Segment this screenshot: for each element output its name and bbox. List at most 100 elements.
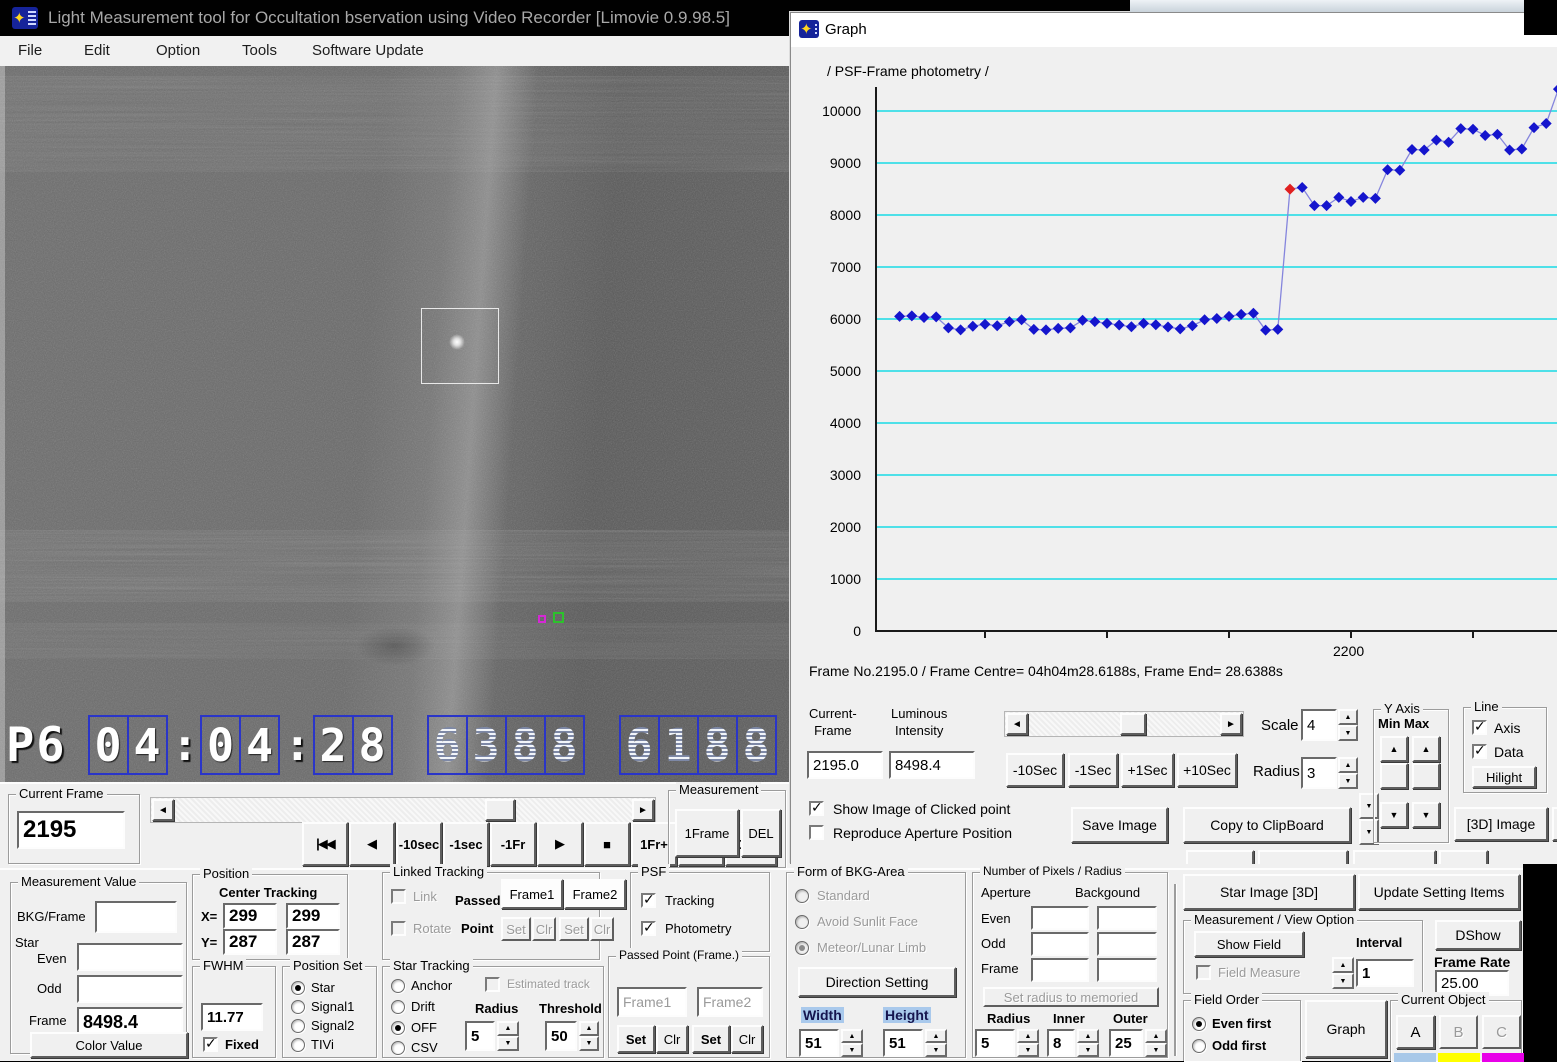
- graph-scrollbar-right-arrow[interactable]: ►: [1220, 713, 1242, 735]
- line-axis-checkbox[interactable]: [1472, 720, 1487, 735]
- ymin-up-button[interactable]: ▲: [1380, 736, 1408, 762]
- object-a-button[interactable]: A: [1396, 1015, 1435, 1049]
- show-field-button[interactable]: Show Field: [1194, 931, 1304, 957]
- ymin-mid-button[interactable]: [1380, 763, 1408, 789]
- current-frame-field[interactable]: 2195: [17, 811, 125, 849]
- star-even-field[interactable]: [77, 943, 183, 971]
- lt-set1-button[interactable]: Set: [501, 917, 531, 941]
- px-inner-spinner[interactable]: ▲▼: [1077, 1029, 1099, 1057]
- minus-1sec-button[interactable]: -1sec: [443, 822, 489, 866]
- menu-software-update[interactable]: Software Update: [312, 42, 424, 59]
- show-image-checkbox[interactable]: [809, 801, 824, 816]
- pp-set1-button[interactable]: Set: [617, 1025, 655, 1053]
- lt-set2-button[interactable]: Set: [559, 917, 589, 941]
- graph-scrollbar-thumb[interactable]: [1120, 713, 1146, 735]
- link-checkbox[interactable]: [391, 889, 406, 904]
- copy-clipboard-button[interactable]: Copy to ClipBoard: [1183, 807, 1351, 843]
- direction-setting-button[interactable]: Direction Setting: [798, 967, 956, 997]
- radio-meteor-limb[interactable]: [795, 941, 809, 955]
- update-setting-items-button[interactable]: Update Setting Items: [1358, 874, 1520, 910]
- dshow-button[interactable]: DShow: [1435, 920, 1521, 950]
- lt-frame1-button[interactable]: Frame1: [501, 879, 563, 909]
- interval-field[interactable]: 1: [1356, 959, 1414, 987]
- radio-star[interactable]: [291, 981, 305, 995]
- video-scrollbar-thumb[interactable]: [485, 799, 515, 821]
- radio-standard[interactable]: [795, 889, 809, 903]
- save-image-button[interactable]: Save Image: [1071, 807, 1168, 843]
- photometry-plot[interactable]: [791, 49, 1557, 689]
- radio-even-first[interactable]: [1192, 1017, 1206, 1031]
- ymax-mid-button[interactable]: [1412, 763, 1440, 789]
- hilight-button[interactable]: Hilight: [1472, 766, 1536, 788]
- radio-signal1[interactable]: [291, 1000, 305, 1014]
- bkg-height-spinner[interactable]: ▲▼: [925, 1029, 947, 1057]
- set-radius-memoried-button[interactable]: Set radius to memoried: [983, 987, 1159, 1007]
- radio-tivi[interactable]: [291, 1038, 305, 1052]
- radio-anchor[interactable]: [391, 979, 405, 993]
- scale-field[interactable]: 4: [1301, 709, 1337, 741]
- object-c-button[interactable]: C: [1482, 1015, 1521, 1049]
- color-value-button[interactable]: Color Value: [30, 1032, 188, 1058]
- field-measure-checkbox[interactable]: [1196, 965, 1211, 980]
- psf-photometry-checkbox[interactable]: [641, 921, 656, 936]
- px-frame-aperture-field[interactable]: [1031, 958, 1089, 982]
- bkg-width-spinner[interactable]: ▲▼: [841, 1029, 863, 1057]
- pp-clr2-button[interactable]: Clr: [731, 1025, 763, 1053]
- video-scrollbar-right-arrow[interactable]: ►: [632, 799, 654, 821]
- video-frame[interactable]: P604:04:2863886188: [0, 66, 792, 782]
- minus-1frame-button[interactable]: -1Fr: [490, 822, 536, 866]
- menu-file[interactable]: File: [18, 42, 42, 59]
- minus-10sec-graph-button[interactable]: -10Sec: [1006, 753, 1064, 787]
- reproduce-aperture-checkbox[interactable]: [809, 825, 824, 840]
- rewind-start-button[interactable]: |◀◀: [302, 822, 348, 866]
- px-odd-aperture-field[interactable]: [1031, 932, 1089, 956]
- ymin-down-button[interactable]: ▼: [1380, 802, 1408, 828]
- pp-frame1-field[interactable]: Frame1: [617, 987, 687, 1017]
- play-reverse-button[interactable]: ◀: [349, 822, 395, 866]
- bkg-height-field[interactable]: 51: [883, 1029, 923, 1057]
- gc-radius-field[interactable]: 3: [1301, 757, 1337, 789]
- st-radius-field[interactable]: 5: [465, 1021, 495, 1051]
- interval-spinner[interactable]: ▲▼: [1332, 957, 1354, 989]
- scale-spinner[interactable]: ▲▼: [1338, 709, 1358, 741]
- video-scrollbar-track[interactable]: ◄ ►: [150, 797, 656, 823]
- plus-10sec-graph-button[interactable]: +10Sec: [1177, 753, 1237, 787]
- x-tracking-field[interactable]: 299: [286, 903, 340, 929]
- px-radius-field[interactable]: 5: [975, 1029, 1015, 1057]
- y-tracking-field[interactable]: 287: [286, 929, 340, 955]
- cut-off-button[interactable]: [1552, 807, 1557, 841]
- stop-button[interactable]: ■: [584, 822, 630, 866]
- menu-tools[interactable]: Tools: [242, 42, 277, 59]
- minus-10sec-button[interactable]: -10sec: [396, 822, 442, 866]
- px-frame-background-field[interactable]: [1097, 958, 1157, 982]
- pp-set2-button[interactable]: Set: [692, 1025, 730, 1053]
- play-button[interactable]: ▶: [537, 822, 583, 866]
- lt-frame2-button[interactable]: Frame2: [564, 879, 626, 909]
- px-radius-spinner[interactable]: ▲▼: [1017, 1029, 1039, 1057]
- st-radius-spinner[interactable]: ▲▼: [497, 1021, 519, 1051]
- gc-current-frame-field[interactable]: 2195.0: [807, 751, 883, 779]
- minus-1sec-graph-button[interactable]: -1Sec: [1068, 753, 1118, 787]
- object-b-button[interactable]: B: [1439, 1015, 1478, 1049]
- one-frame-button[interactable]: 1Frame: [675, 809, 739, 857]
- line-data-checkbox[interactable]: [1472, 744, 1487, 759]
- menu-edit[interactable]: Edit: [84, 42, 110, 59]
- del-button[interactable]: DEL: [741, 809, 781, 857]
- y-center-field[interactable]: 287: [223, 929, 277, 955]
- lt-clr2-button[interactable]: Clr: [590, 917, 614, 941]
- px-outer-field[interactable]: 25: [1109, 1029, 1143, 1057]
- px-even-aperture-field[interactable]: [1031, 906, 1089, 930]
- star-image-3d-button[interactable]: Star Image [3D]: [1183, 874, 1355, 910]
- radio-odd-first[interactable]: [1192, 1039, 1206, 1053]
- video-scrollbar-left-arrow[interactable]: ◄: [152, 799, 174, 821]
- ymax-down-button[interactable]: ▼: [1412, 802, 1440, 828]
- st-threshold-field[interactable]: 50: [545, 1021, 577, 1051]
- px-odd-background-field[interactable]: [1097, 932, 1157, 956]
- menu-option[interactable]: Option: [156, 42, 200, 59]
- radio-signal2[interactable]: [291, 1019, 305, 1033]
- gc-radius-spinner[interactable]: ▲▼: [1338, 757, 1358, 789]
- radio-csv[interactable]: [391, 1041, 405, 1055]
- lt-clr1-button[interactable]: Clr: [532, 917, 556, 941]
- gc-luminous-field[interactable]: 8498.4: [889, 751, 975, 779]
- plus-1sec-graph-button[interactable]: +1Sec: [1121, 753, 1174, 787]
